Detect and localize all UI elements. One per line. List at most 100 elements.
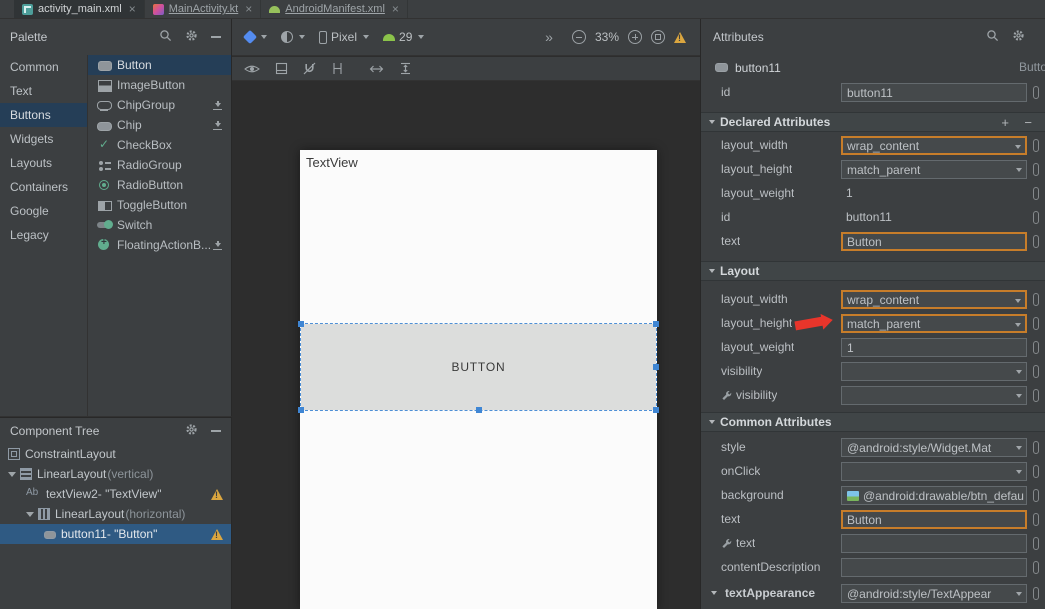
- flag-toggle-icon[interactable]: [1033, 163, 1039, 176]
- attribute-text-text[interactable]: Button: [841, 510, 1027, 529]
- attribute-text-background[interactable]: @android:drawable/btn_defau: [841, 486, 1027, 505]
- api-version-selector[interactable]: 29: [376, 25, 431, 49]
- attribute-value[interactable]: button11: [846, 210, 892, 224]
- section-header-declared-attributes[interactable]: Declared Attributes+−: [701, 112, 1045, 132]
- flag-toggle-icon[interactable]: [1033, 139, 1039, 152]
- flag-toggle-icon[interactable]: [1033, 587, 1039, 600]
- editor-tab-activity-main-xml[interactable]: activity_main.xml×: [14, 0, 145, 18]
- flag-toggle-icon[interactable]: [1033, 513, 1039, 526]
- palette-item-floatingactionb[interactable]: FloatingActionB...: [88, 235, 231, 255]
- resize-handle[interactable]: [298, 321, 304, 327]
- palette-category-containers[interactable]: Containers: [0, 175, 87, 199]
- remove-attribute-button[interactable]: −: [1024, 115, 1032, 130]
- attribute-combo-visibility[interactable]: [841, 386, 1027, 405]
- palette-category-buttons[interactable]: Buttons: [0, 103, 87, 127]
- hide-icon[interactable]: [211, 36, 221, 38]
- flag-toggle-icon[interactable]: [1033, 211, 1039, 224]
- section-header-layout[interactable]: Layout: [701, 261, 1045, 281]
- section-header-common-attributes[interactable]: Common Attributes: [701, 412, 1045, 432]
- palette-category-text[interactable]: Text: [0, 79, 87, 103]
- palette-item-switch[interactable]: Switch: [88, 215, 231, 235]
- close-icon[interactable]: ×: [129, 4, 136, 14]
- palette-item-radiobutton[interactable]: RadioButton: [88, 175, 231, 195]
- resize-handle[interactable]: [298, 407, 304, 413]
- editor-tab-mainactivity-kt[interactable]: MainActivity.kt×: [145, 0, 262, 18]
- button-widget[interactable]: BUTTON: [301, 324, 656, 410]
- hide-icon[interactable]: [211, 430, 221, 432]
- collapse-arrow-icon[interactable]: [26, 512, 34, 517]
- palette-item-checkbox[interactable]: CheckBox: [88, 135, 231, 155]
- search-icon[interactable]: [159, 29, 172, 45]
- palette-category-google[interactable]: Google: [0, 199, 87, 223]
- gear-icon[interactable]: [185, 29, 198, 45]
- tree-node-linearlayout[interactable]: LinearLayout(vertical): [0, 464, 231, 484]
- palette-item-imagebutton[interactable]: ImageButton: [88, 75, 231, 95]
- palette-category-widgets[interactable]: Widgets: [0, 127, 87, 151]
- gear-icon[interactable]: [1012, 29, 1025, 45]
- palette-item-togglebutton[interactable]: ToggleButton: [88, 195, 231, 215]
- default-margins-icon[interactable]: [331, 62, 344, 75]
- attribute-combo-style[interactable]: @android:style/Widget.Mat: [841, 438, 1027, 457]
- resize-handle[interactable]: [653, 407, 659, 413]
- flag-toggle-icon[interactable]: [1033, 537, 1039, 550]
- attribute-text-contentdescription[interactable]: [841, 558, 1027, 577]
- attribute-combo-layout-width[interactable]: wrap_content: [841, 136, 1027, 155]
- zoom-in-button[interactable]: [628, 30, 642, 44]
- attribute-combo-layout-width[interactable]: wrap_content: [841, 290, 1027, 309]
- palette-category-layouts[interactable]: Layouts: [0, 151, 87, 175]
- attribute-combo-visibility[interactable]: [841, 362, 1027, 381]
- textappearance-combo[interactable]: @android:style/TextAppear: [841, 584, 1027, 603]
- zoom-out-button[interactable]: [572, 30, 586, 44]
- toolbar-overflow-icon[interactable]: [545, 29, 553, 45]
- flag-toggle-icon[interactable]: [1033, 441, 1039, 454]
- device-selector[interactable]: Pixel: [312, 25, 376, 49]
- flag-toggle-icon[interactable]: [1033, 561, 1039, 574]
- warnings-button[interactable]: [674, 32, 686, 43]
- attribute-combo-onclick[interactable]: [841, 462, 1027, 481]
- tree-node-linearlayout[interactable]: LinearLayout(horizontal): [0, 504, 231, 524]
- attribute-combo-layout-height[interactable]: match_parent: [841, 314, 1027, 333]
- attribute-text-layout-weight[interactable]: 1: [841, 338, 1027, 357]
- search-icon[interactable]: [986, 29, 999, 45]
- autoconnect-off-icon[interactable]: [303, 62, 316, 75]
- palette-category-common[interactable]: Common: [0, 55, 87, 79]
- attribute-value[interactable]: 1: [846, 186, 853, 200]
- view-options-icon[interactable]: [244, 63, 260, 75]
- tree-node-constraintlayout[interactable]: ConstraintLayout: [0, 444, 231, 464]
- add-attribute-button[interactable]: +: [1001, 115, 1009, 130]
- id-field[interactable]: button11: [841, 83, 1027, 102]
- attribute-combo-layout-height[interactable]: match_parent: [841, 160, 1027, 179]
- palette-category-legacy[interactable]: Legacy: [0, 223, 87, 247]
- resize-handle[interactable]: [653, 364, 659, 370]
- tree-node-textview2-textview[interactable]: textView2- "TextView": [0, 484, 231, 504]
- design-surface[interactable]: TextView BUTTON: [232, 82, 700, 609]
- collapse-arrow-icon[interactable]: [8, 472, 16, 477]
- gear-icon[interactable]: [185, 423, 198, 439]
- flag-toggle-icon[interactable]: [1033, 465, 1039, 478]
- flag-toggle-icon[interactable]: [1033, 317, 1039, 330]
- palette-item-radiogroup[interactable]: RadioGroup: [88, 155, 231, 175]
- orientation-theme-selector[interactable]: [274, 25, 312, 49]
- palette-item-chipgroup[interactable]: ChipGroup: [88, 95, 231, 115]
- palette-item-button[interactable]: Button: [88, 55, 231, 75]
- flag-toggle-icon[interactable]: [1033, 489, 1039, 502]
- flag-toggle-icon[interactable]: [1033, 341, 1039, 354]
- resize-handle[interactable]: [476, 407, 482, 413]
- attribute-text-text[interactable]: Button: [841, 232, 1027, 251]
- editor-tab-androidmanifest-xml[interactable]: AndroidManifest.xml×: [261, 0, 408, 18]
- textview-widget[interactable]: TextView: [306, 155, 358, 170]
- flag-toggle-icon[interactable]: [1033, 235, 1039, 248]
- pan-horizontal-icon[interactable]: [369, 64, 384, 74]
- flag-toggle-icon[interactable]: [1033, 187, 1039, 200]
- device-canvas[interactable]: TextView BUTTON: [300, 150, 657, 609]
- design-surface-selector[interactable]: [238, 25, 274, 49]
- close-icon[interactable]: ×: [392, 4, 399, 14]
- distribute-vertical-icon[interactable]: [399, 62, 412, 75]
- flag-toggle-icon[interactable]: [1033, 365, 1039, 378]
- attribute-text-text[interactable]: [841, 534, 1027, 553]
- close-icon[interactable]: ×: [245, 4, 252, 14]
- blueprint-border-icon[interactable]: [275, 62, 288, 75]
- flag-toggle-icon[interactable]: [1033, 86, 1039, 99]
- zoom-to-fit-button[interactable]: [651, 30, 665, 44]
- flag-toggle-icon[interactable]: [1033, 389, 1039, 402]
